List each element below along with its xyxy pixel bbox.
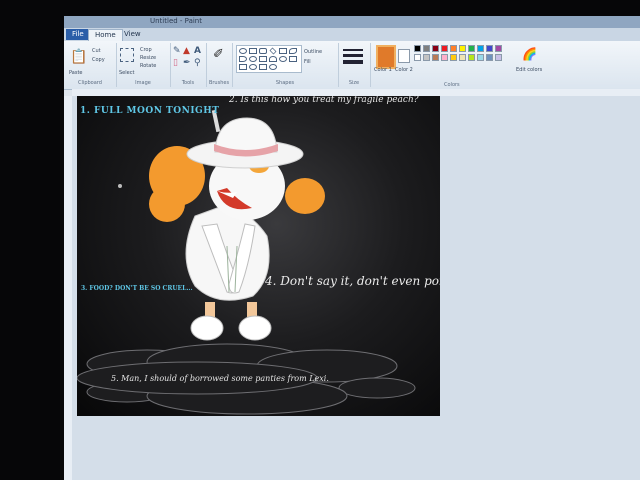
shapes-gallery[interactable]: [236, 45, 302, 73]
fill-icon[interactable]: ▲: [183, 46, 190, 56]
title-bar: Untitled - Paint: [64, 16, 640, 28]
shape-arrow[interactable]: [239, 56, 247, 62]
shape-polygon[interactable]: [279, 48, 287, 54]
color-palette: [414, 45, 504, 65]
shape-leaf[interactable]: [289, 48, 297, 54]
tab-view[interactable]: View: [118, 29, 147, 40]
ribbon: 📋 Paste Cut Copy Clipboard Select Crop R…: [64, 41, 640, 90]
color1-label: Color 1: [374, 67, 392, 73]
caption-4: 4. Don't say it, don't even point at it.: [265, 274, 440, 288]
cut-button[interactable]: Cut: [92, 48, 101, 54]
color-swatch[interactable]: [495, 45, 502, 52]
group-clipboard: 📋 Paste Cut Copy Clipboard: [64, 43, 117, 87]
group-label-image: Image: [135, 80, 151, 86]
size-line-thin[interactable]: [343, 49, 363, 51]
group-label-size: Size: [348, 80, 360, 86]
color-swatch[interactable]: [414, 54, 421, 61]
character-drawing: [77, 109, 416, 415]
color-swatch[interactable]: [450, 54, 457, 61]
color-swatch[interactable]: [495, 54, 502, 61]
color-swatch[interactable]: [414, 45, 421, 52]
group-brushes: ✐ Brushes: [206, 43, 233, 87]
shape-diamond[interactable]: [269, 47, 277, 55]
color-swatch[interactable]: [432, 45, 439, 52]
shape-hexagon[interactable]: [239, 64, 247, 70]
shape-cloud[interactable]: [279, 56, 287, 62]
color-swatch[interactable]: [441, 45, 448, 52]
color-swatch[interactable]: [423, 54, 430, 61]
small-dot: [118, 184, 122, 188]
color-swatch[interactable]: [423, 45, 430, 52]
size-line-thick[interactable]: [343, 60, 363, 64]
legs: [190, 302, 272, 341]
color-swatch[interactable]: [468, 54, 475, 61]
color2-label: Color 2: [395, 67, 413, 73]
color-swatch[interactable]: [468, 45, 475, 52]
paint-window: Untitled - Paint File Home View 📋 Paste …: [64, 16, 640, 480]
group-label-tools: Tools: [181, 80, 195, 86]
hat: [186, 109, 304, 169]
drawing-canvas[interactable]: 1. FULL MOON TONIGHT 2. Is this how you …: [77, 96, 440, 416]
group-label-shapes: Shapes: [275, 80, 295, 86]
color-swatch[interactable]: [477, 54, 484, 61]
color1-button[interactable]: [376, 45, 396, 69]
color-swatch[interactable]: [477, 45, 484, 52]
crop-button[interactable]: Crop: [140, 47, 152, 53]
shape-lightning[interactable]: [289, 56, 297, 62]
paste-icon[interactable]: 📋: [70, 49, 87, 65]
caption-3: 3. FOOD? DON'T BE SO CRUEL...: [81, 285, 193, 292]
rotate-button[interactable]: Rotate: [140, 63, 156, 69]
select-icon[interactable]: [120, 48, 134, 62]
color-swatch[interactable]: [441, 54, 448, 61]
color2-button[interactable]: [398, 49, 410, 63]
group-label-colors: Colors: [444, 82, 460, 88]
color-swatch[interactable]: [486, 45, 493, 52]
color-swatch[interactable]: [486, 54, 493, 61]
caption-1: 1. FULL MOON TONIGHT: [80, 106, 220, 116]
window-title: Untitled - Paint: [150, 17, 202, 25]
pencil-icon[interactable]: ✎: [173, 46, 181, 56]
picker-icon[interactable]: ✒: [183, 58, 191, 68]
ribbon-tabs: File Home View: [64, 28, 640, 42]
group-label-brushes: Brushes: [208, 80, 230, 86]
magnifier-icon[interactable]: ⚲: [194, 58, 201, 68]
group-tools: ✎ ▲ A ▯ ✒ ⚲ Tools: [170, 43, 207, 87]
eraser-icon[interactable]: ▯: [173, 58, 178, 68]
outline-dropdown[interactable]: Outline: [304, 49, 322, 55]
caption-5: 5. Man, I should of borrowed some pantie…: [111, 374, 329, 383]
shape-triangle[interactable]: [259, 64, 267, 70]
color-swatch[interactable]: [450, 45, 457, 52]
caption-2: 2. Is this how you treat my fragile peac…: [229, 96, 419, 105]
monitor-bezel: Untitled - Paint File Home View 📋 Paste …: [0, 0, 640, 480]
edit-colors-button[interactable]: Edit colors: [516, 67, 542, 73]
select-button[interactable]: Select: [119, 70, 134, 76]
shape-star[interactable]: [249, 56, 257, 62]
paste-button[interactable]: Paste: [69, 70, 83, 76]
fill-dropdown[interactable]: Fill: [304, 59, 311, 65]
shape-pentagon[interactable]: [249, 64, 257, 70]
copy-button[interactable]: Copy: [92, 57, 105, 63]
shape-rectangle[interactable]: [249, 48, 257, 54]
color-swatch[interactable]: [432, 54, 439, 61]
brush-icon[interactable]: ✐: [213, 47, 224, 62]
tab-file[interactable]: File: [66, 29, 90, 40]
edit-colors-icon[interactable]: 🌈: [522, 47, 537, 61]
group-size: Size: [338, 43, 371, 87]
shape-oval[interactable]: [239, 48, 247, 54]
resize-button[interactable]: Resize: [140, 55, 156, 61]
color-swatch[interactable]: [459, 54, 466, 61]
shape-heart[interactable]: [269, 56, 277, 62]
color-swatch[interactable]: [459, 45, 466, 52]
group-label-clipboard: Clipboard: [78, 80, 102, 86]
size-line-mid[interactable]: [343, 54, 363, 57]
group-image: Select Crop Resize Rotate Image: [116, 43, 171, 87]
shape-rounded-rect[interactable]: [259, 48, 267, 54]
text-icon[interactable]: A: [194, 46, 201, 56]
shape-callout[interactable]: [259, 56, 267, 62]
shape-ring[interactable]: [269, 64, 277, 70]
